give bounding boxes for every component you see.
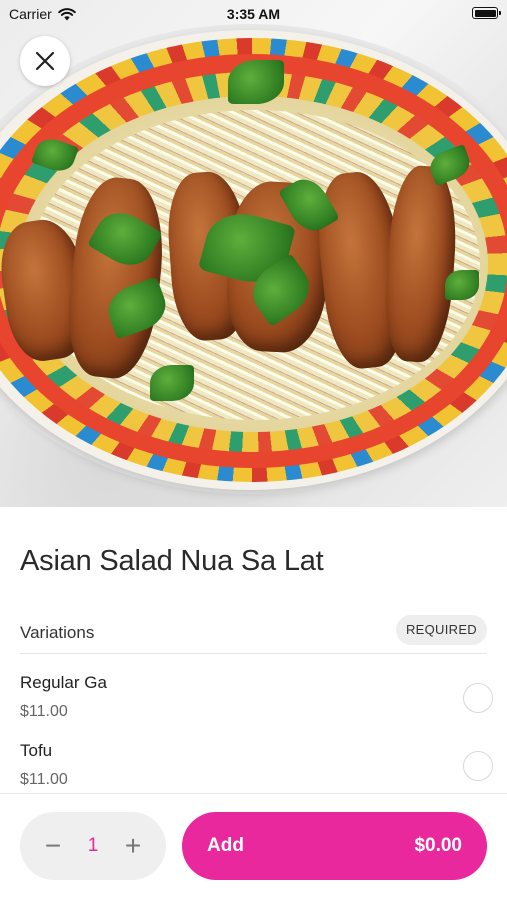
quantity-stepper: − 1 + bbox=[20, 812, 166, 880]
add-button-label: Add bbox=[207, 835, 244, 856]
status-time: 3:35 AM bbox=[226, 6, 281, 22]
variations-label: Variations bbox=[20, 623, 95, 642]
add-to-cart-button[interactable]: Add $0.00 bbox=[182, 812, 487, 880]
option-price: $11.00 bbox=[20, 771, 68, 788]
variations-header: Variations REQUIRED bbox=[20, 615, 487, 654]
close-icon bbox=[35, 51, 55, 71]
item-title: Asian Salad Nua Sa Lat bbox=[20, 545, 324, 577]
option-name: Tofu bbox=[20, 741, 53, 760]
item-photo bbox=[0, 0, 507, 507]
option-radio[interactable] bbox=[463, 683, 493, 713]
variation-option-regular-ga[interactable]: Regular Ga $11.00 bbox=[20, 673, 493, 739]
increment-button[interactable]: + bbox=[108, 812, 158, 880]
battery-icon bbox=[472, 7, 501, 19]
close-button[interactable] bbox=[20, 36, 70, 86]
status-bar: Carrier 3:35 AM bbox=[0, 0, 507, 28]
option-name: Regular Ga bbox=[20, 673, 107, 692]
plus-icon: + bbox=[124, 830, 142, 861]
add-button-price: $0.00 bbox=[414, 835, 462, 856]
option-radio[interactable] bbox=[463, 751, 493, 781]
required-badge: REQUIRED bbox=[395, 615, 487, 645]
option-price: $11.00 bbox=[20, 703, 68, 720]
footer-bar: − 1 + Add $0.00 bbox=[0, 794, 507, 900]
